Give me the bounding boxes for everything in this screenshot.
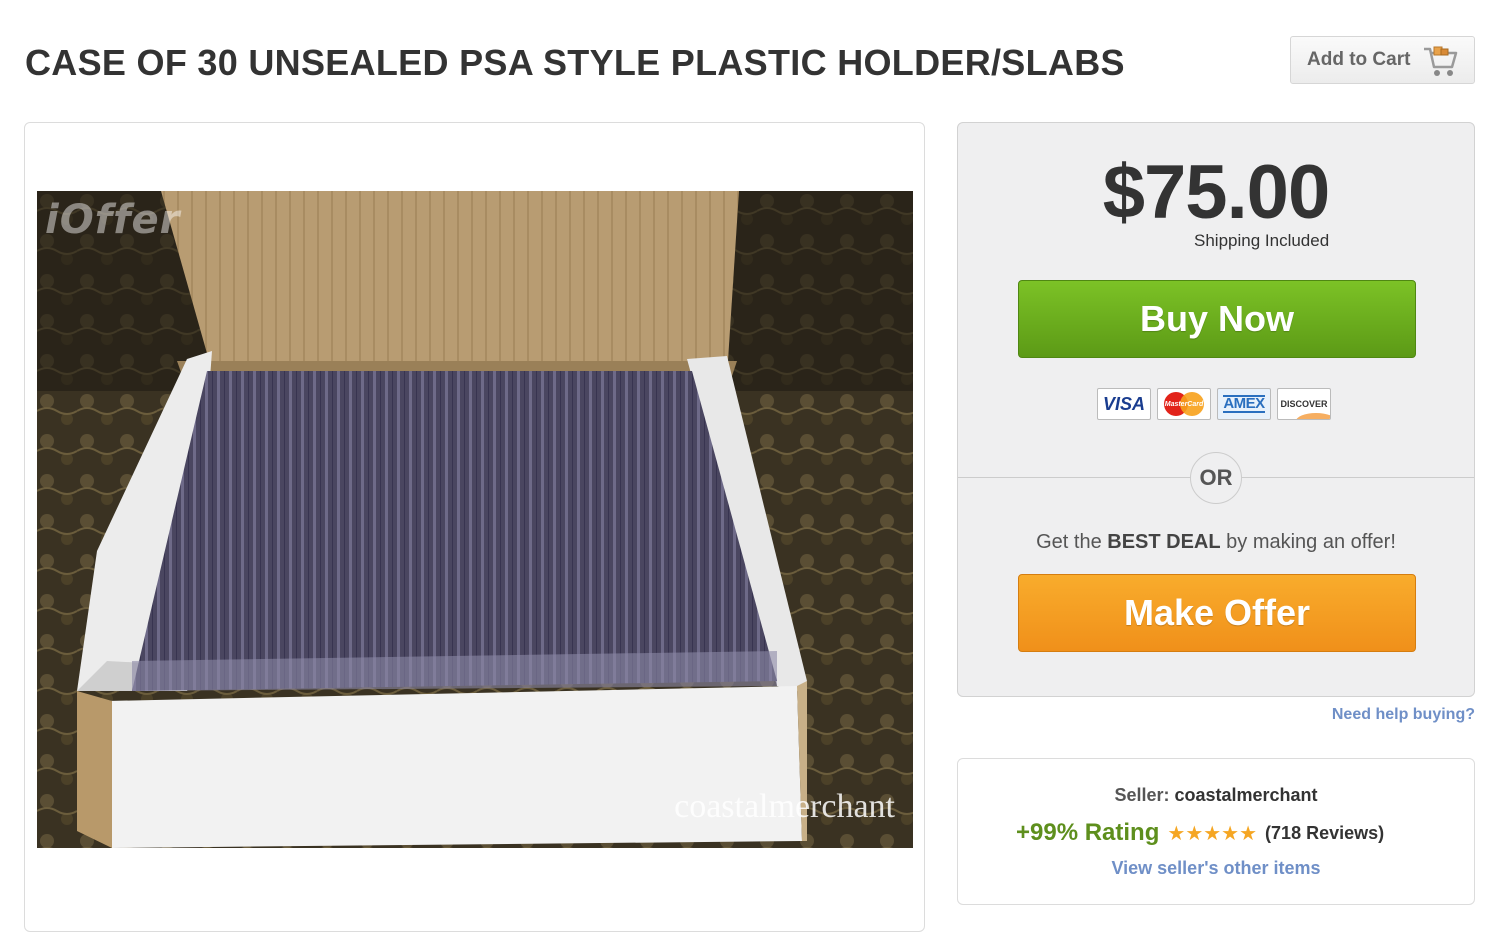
add-to-cart-label: Add to Cart — [1307, 49, 1411, 70]
amex-icon: AMEX — [1217, 388, 1271, 420]
product-image-card: iOffer coastalmerchant — [24, 122, 925, 932]
shipping-note: Shipping Included — [1194, 231, 1330, 250]
seller-rating-row: +99% Rating ★★★★★ (718 Reviews) — [1016, 819, 1384, 847]
seller-watermark: coastalmerchant — [674, 788, 895, 825]
payment-cards: VISA MasterCard AMEX DISCOVER — [1097, 388, 1331, 420]
mastercard-icon: MasterCard — [1157, 388, 1211, 420]
add-to-cart-button[interactable]: Add to Cart — [1290, 36, 1475, 84]
discover-icon: DISCOVER — [1277, 388, 1331, 420]
product-photo[interactable]: iOffer coastalmerchant — [37, 191, 913, 848]
or-badge: OR — [1190, 452, 1242, 504]
seller-info: Seller: coastalmerchant — [1114, 785, 1318, 805]
star-rating-icon: ★★★★★ — [1167, 822, 1258, 845]
make-offer-button[interactable]: Make Offer — [1018, 574, 1416, 652]
review-count[interactable]: (718 Reviews) — [1265, 823, 1384, 844]
buy-box: $75.00 Shipping Included Buy Now VISA Ma… — [957, 122, 1475, 697]
seller-name[interactable]: coastalmerchant — [1174, 785, 1317, 805]
best-deal-text: Get the BEST DEAL by making an offer! — [1036, 531, 1396, 553]
view-other-items-link[interactable]: View seller's other items — [958, 858, 1474, 879]
seller-rating: +99% Rating — [1016, 819, 1160, 846]
seller-box: Seller: coastalmerchant +99% Rating ★★★★… — [957, 758, 1475, 905]
buy-now-button[interactable]: Buy Now — [1018, 280, 1416, 358]
price: $75.00 — [1102, 150, 1330, 235]
ioffer-watermark: iOffer — [45, 197, 181, 243]
visa-icon: VISA — [1097, 388, 1151, 420]
shopping-cart-icon — [1422, 43, 1460, 84]
listing-title: CASE OF 30 UNSEALED PSA STYLE PLASTIC HO… — [25, 42, 1125, 83]
need-help-link[interactable]: Need help buying? — [1332, 706, 1475, 724]
